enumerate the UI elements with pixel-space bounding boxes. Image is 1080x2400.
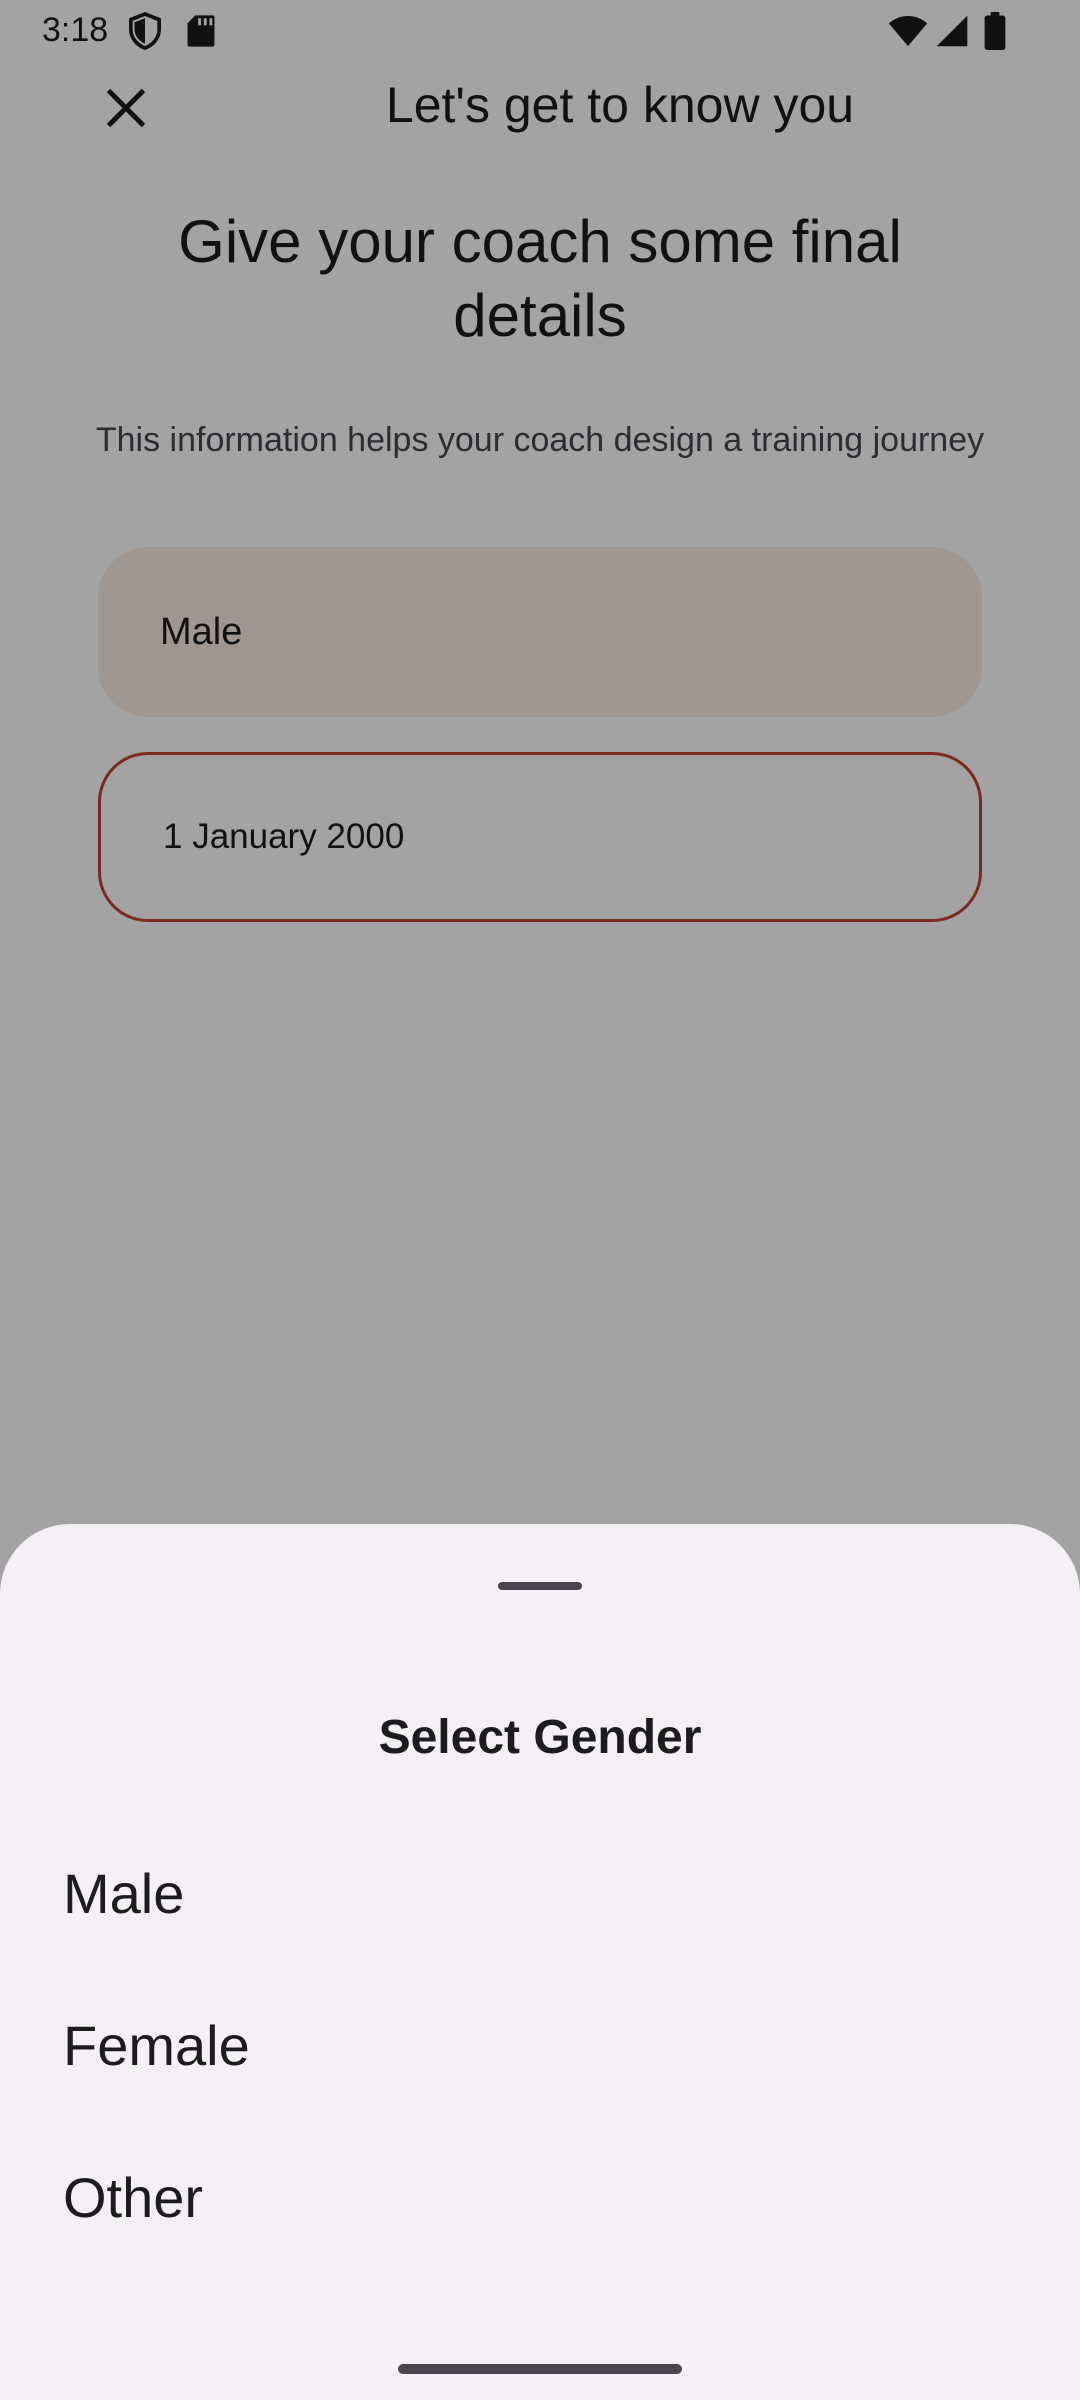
option-label: Male <box>63 1861 185 1925</box>
gesture-nav-handle[interactable] <box>398 2364 682 2374</box>
option-male[interactable]: Male <box>0 1823 1080 1963</box>
option-female[interactable]: Female <box>0 1975 1080 2115</box>
gender-bottom-sheet: Select Gender Male Female Other <box>0 1524 1080 2400</box>
option-label: Other <box>63 2165 204 2229</box>
screen: 3:18 Let's get to know you Give your coa… <box>0 0 1080 2400</box>
option-label: Female <box>63 2013 250 2077</box>
drag-handle[interactable] <box>498 1582 582 1590</box>
sheet-title: Select Gender <box>378 1711 702 1764</box>
option-other[interactable]: Other <box>0 2127 1080 2267</box>
